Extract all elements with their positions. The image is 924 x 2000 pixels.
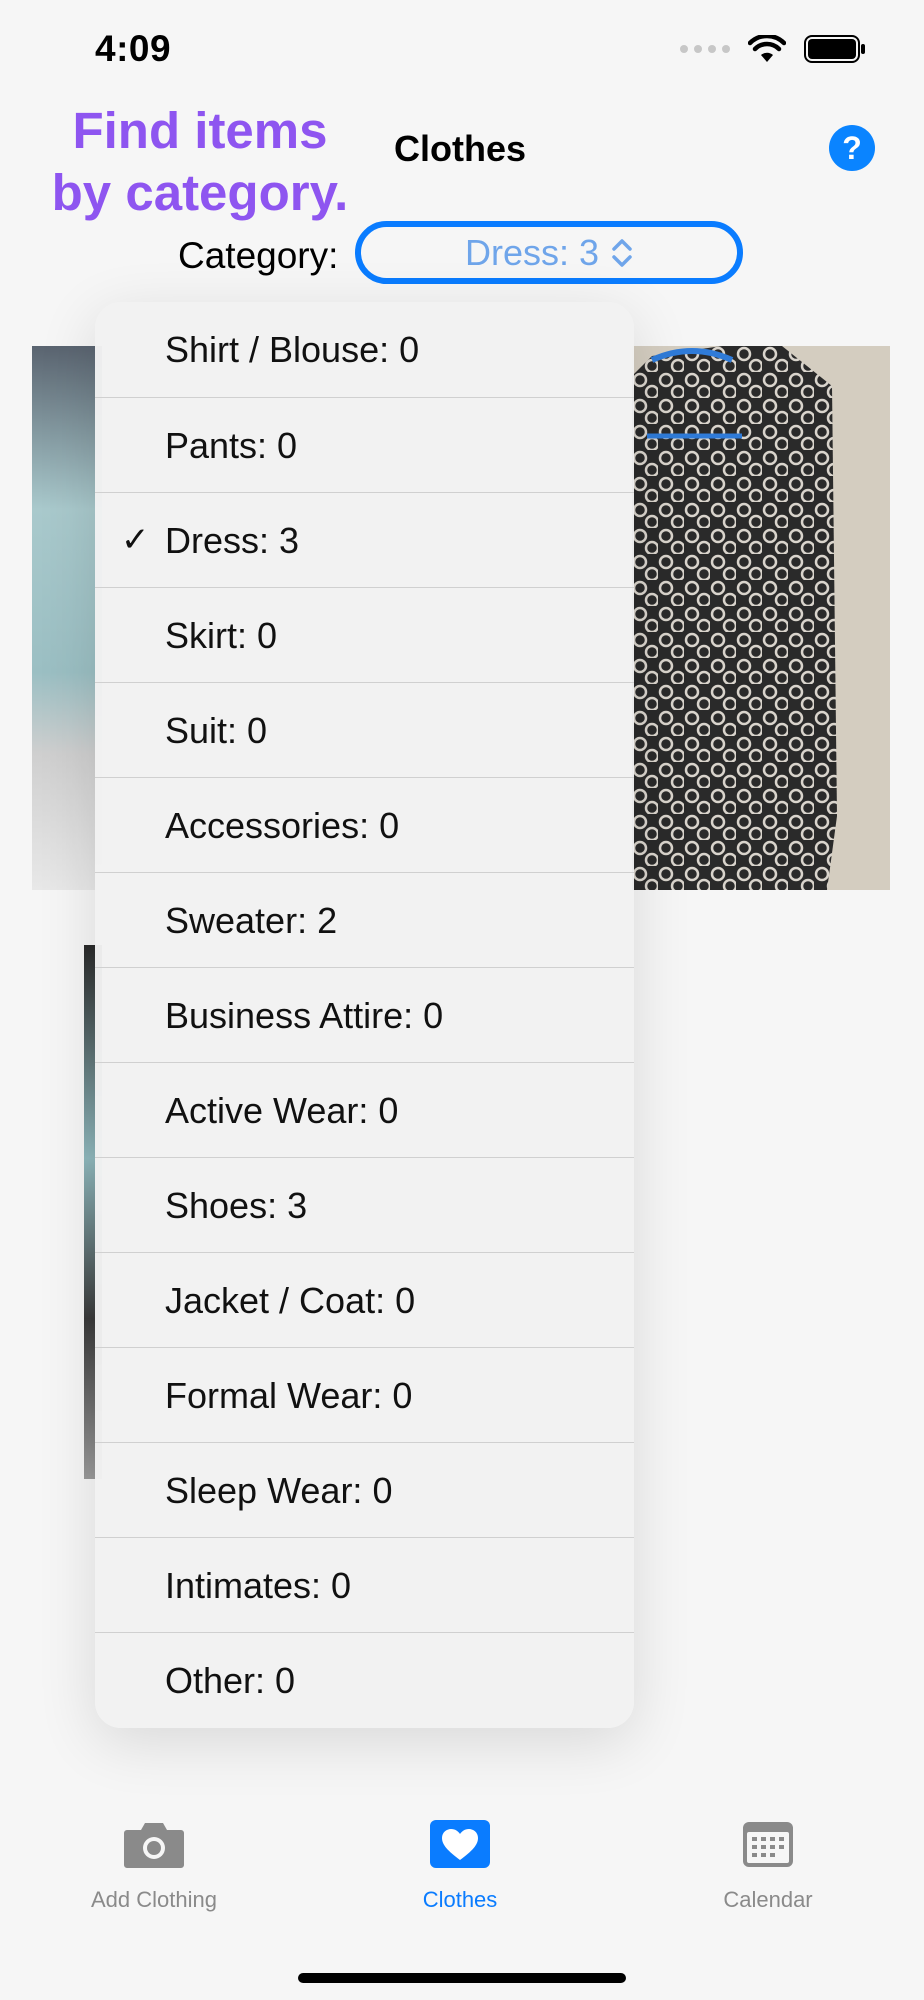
battery-icon (804, 35, 865, 63)
menu-item-label: Jacket / Coat: 0 (165, 1280, 416, 1321)
menu-item[interactable]: Active Wear: 0 (95, 1062, 634, 1157)
menu-item[interactable]: Skirt: 0 (95, 587, 634, 682)
menu-item[interactable]: Jacket / Coat: 0 (95, 1252, 634, 1347)
tab-label: Calendar (723, 1887, 813, 1912)
question-mark-icon: ? (842, 130, 862, 166)
hint-line-2: by category. (51, 164, 349, 221)
menu-item[interactable]: Accessories: 0 (95, 777, 634, 872)
home-indicator (298, 1973, 626, 1983)
category-label: Category: (178, 235, 339, 276)
checkmark-icon: ✓ (121, 521, 150, 559)
menu-item[interactable]: Intimates: 0 (95, 1537, 634, 1632)
page-title: Clothes (393, 128, 526, 169)
status-icons (680, 34, 866, 64)
menu-item[interactable]: Sleep Wear: 0 (95, 1442, 634, 1537)
wifi-icon (748, 35, 786, 62)
menu-item[interactable]: Pants: 0 (95, 397, 634, 492)
menu-item-label: Business Attire: 0 (165, 995, 444, 1036)
cellular-signal-icon (680, 45, 730, 53)
menu-item-label: Other: 0 (165, 1660, 296, 1701)
menu-item-label: Intimates: 0 (165, 1565, 352, 1606)
menu-item-label: Sweater: 2 (165, 900, 338, 941)
menu-item-label: Accessories: 0 (165, 805, 400, 846)
hint-line-1: Find items (72, 102, 328, 159)
menu-item-label: Shoes: 3 (165, 1185, 308, 1226)
tab-label: Add Clothing (91, 1887, 217, 1912)
tab-bar: Add Clothing Clothes Calendar (0, 1820, 924, 1970)
help-button[interactable]: ? (829, 125, 875, 171)
calendar-icon (743, 1822, 793, 1867)
menu-item-selected[interactable]: ✓ Dress: 3 (95, 492, 634, 587)
menu-item[interactable]: Business Attire: 0 (95, 967, 634, 1062)
menu-item-label: Suit: 0 (165, 710, 268, 751)
category-hint: Find items by category. (40, 100, 360, 224)
menu-item[interactable]: Suit: 0 (95, 682, 634, 777)
menu-item[interactable]: Shirt / Blouse: 0 (95, 302, 634, 397)
menu-item[interactable]: Shoes: 3 (95, 1157, 634, 1252)
menu-item[interactable]: Formal Wear: 0 (95, 1347, 634, 1442)
category-selected-value: Dress: 3 (464, 231, 600, 273)
tab-clothes[interactable]: Clothes (350, 1820, 570, 1913)
menu-item[interactable]: Sweater: 2 (95, 872, 634, 967)
camera-icon (124, 1823, 184, 1868)
menu-item-label: Active Wear: 0 (165, 1090, 399, 1131)
tab-calendar[interactable]: Calendar (658, 1820, 878, 1913)
tab-add-clothing[interactable]: Add Clothing (44, 1820, 264, 1913)
status-time: 4:09 (95, 28, 172, 69)
status-bar: 4:09 (0, 0, 924, 100)
heart-icon (430, 1820, 490, 1868)
menu-item-label: Shirt / Blouse: 0 (165, 329, 420, 370)
menu-item-label: Sleep Wear: 0 (165, 1470, 393, 1511)
clothing-photo[interactable] (32, 346, 102, 890)
chevron-up-down-icon (612, 238, 632, 267)
menu-item-label: Formal Wear: 0 (165, 1375, 413, 1416)
category-dropdown-menu: Shirt / Blouse: 0 Pants: 0 ✓ Dress: 3 Ski… (95, 302, 634, 1728)
dress-image (632, 346, 890, 890)
clothing-photo-dress[interactable] (632, 346, 890, 890)
category-picker[interactable]: Dress: 3 (355, 221, 743, 284)
menu-item-label: Pants: 0 (165, 425, 298, 466)
tab-label: Clothes (422, 1887, 498, 1912)
menu-item-label: Dress: 3 (165, 520, 300, 561)
menu-item-label: Skirt: 0 (165, 615, 278, 656)
menu-item[interactable]: Other: 0 (95, 1632, 634, 1727)
